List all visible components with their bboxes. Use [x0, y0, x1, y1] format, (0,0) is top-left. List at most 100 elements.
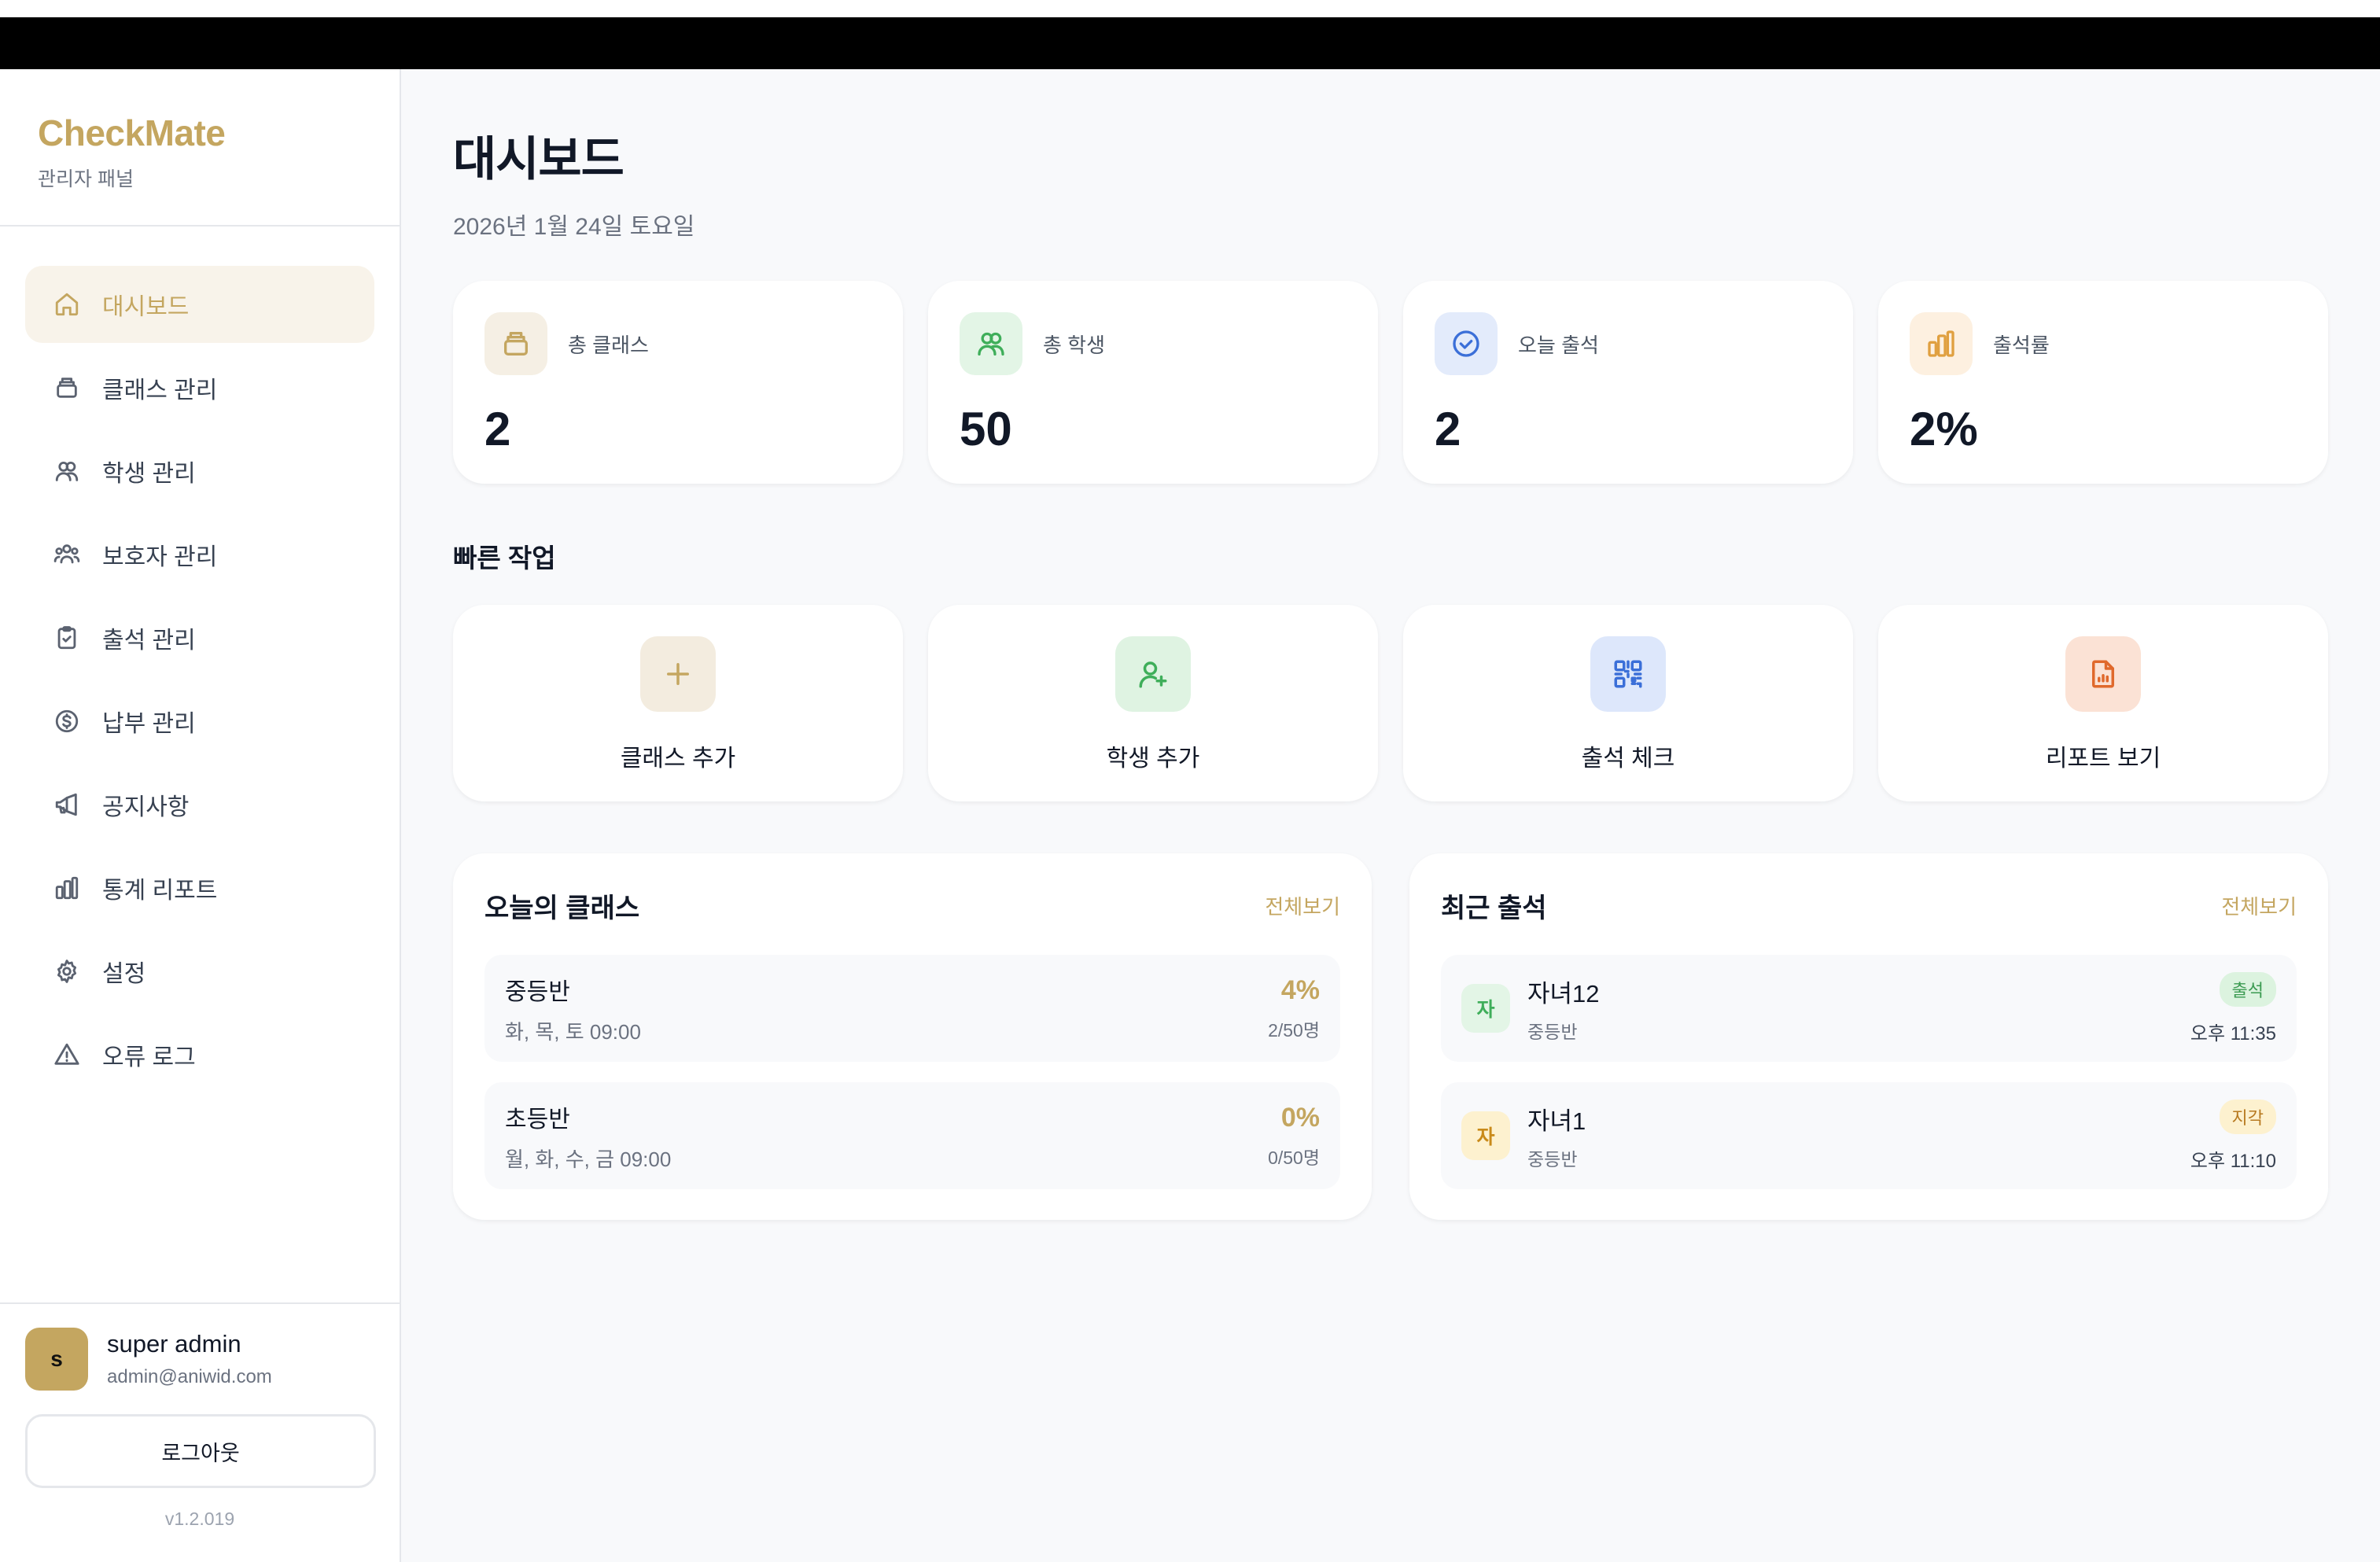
page-title: 대시보드 [453, 133, 624, 186]
quick-actions-title: 빠른 작업 [453, 543, 556, 573]
sidebar-item-label: 대시보드 [102, 294, 190, 320]
view-all-attendance-link[interactable]: 전체보기 [2221, 891, 2297, 920]
students-icon [960, 312, 1022, 375]
students-icon [52, 456, 82, 486]
action-label: 클래스 추가 [620, 746, 736, 772]
student-name: 자녀12 [1527, 979, 1600, 1008]
stat-value: 2 [484, 403, 511, 455]
stat-label: 총 학생 [1043, 333, 1105, 357]
attendance-check-button[interactable]: 출석 체크 [1403, 605, 1853, 801]
window-top-bar [0, 0, 2380, 69]
sidebar-nav: 대시보드 클래스 관리 학생 관리 보호자 관리 출석 관리 납부 관리 공지사… [0, 227, 400, 1093]
sidebar-item-label: 오류 로그 [102, 1044, 196, 1070]
sidebar-item-label: 출석 관리 [102, 628, 196, 654]
stat-value: 50 [960, 403, 1012, 455]
attendance-row[interactable]: 자 자녀1 중등반 지각 오후 11:10 [1441, 1082, 2297, 1189]
warning-triangle-icon [52, 1040, 82, 1070]
stat-card-attendance-rate: 출석률 2% [1878, 281, 2328, 484]
status-badge: 출석 [2219, 971, 2276, 1007]
class-stack-icon [484, 312, 547, 375]
sidebar-item-settings[interactable]: 설정 [25, 933, 374, 1010]
main-content: 대시보드 2026년 1월 24일 토요일 총 클래스 2 총 학생 50 오늘… [453, 69, 2328, 1220]
sidebar-item-label: 통계 리포트 [102, 878, 218, 904]
panel-title: 오늘의 클래스 [484, 893, 640, 923]
user-info: super admin admin@aniwid.com [107, 1330, 272, 1388]
stat-card-today-attendance: 오늘 출석 2 [1403, 281, 1853, 484]
sidebar-item-error-log[interactable]: 오류 로그 [25, 1016, 374, 1093]
sidebar-footer: s super admin admin@aniwid.com 로그아웃 v1.2… [0, 1302, 400, 1562]
megaphone-icon [52, 790, 82, 820]
guardians-icon [52, 540, 82, 569]
class-attendance-rate: 4% [1280, 974, 1320, 1005]
student-class: 중등반 [1527, 1148, 1578, 1170]
attendance-time: 오후 11:10 [2190, 1150, 2276, 1172]
view-all-classes-link[interactable]: 전체보기 [1265, 891, 1340, 920]
recent-attendance-panel: 최근 출석 전체보기 자 자녀12 중등반 출석 오후 11:35 자 자녀1 … [1409, 853, 2328, 1220]
class-name: 중등반 [505, 978, 570, 1005]
user-email: admin@aniwid.com [107, 1366, 272, 1387]
stat-card-total-students: 총 학생 50 [928, 281, 1378, 484]
class-attendance-rate: 0% [1280, 1102, 1320, 1133]
panel-title: 최근 출석 [1441, 893, 1547, 923]
student-avatar: 자 [1461, 1111, 1510, 1160]
sidebar-item-dashboard[interactable]: 대시보드 [25, 266, 374, 343]
stat-value: 2 [1435, 403, 1461, 455]
panels: 오늘의 클래스 전체보기 중등반 화, 목, 토 09:00 4% 2/50명 [453, 853, 2328, 1220]
sidebar-item-students[interactable]: 학생 관리 [25, 433, 374, 510]
today-classes-panel: 오늘의 클래스 전체보기 중등반 화, 목, 토 09:00 4% 2/50명 [453, 853, 1372, 1220]
logout-button[interactable]: 로그아웃 [25, 1414, 376, 1488]
class-schedule: 화, 목, 토 09:00 [505, 1019, 641, 1044]
sidebar-item-label: 클래스 관리 [102, 378, 218, 403]
class-attendance-count: 2/50명 [1268, 1019, 1320, 1041]
page-date: 2026년 1월 24일 토요일 [453, 214, 695, 240]
sidebar-item-reports[interactable]: 통계 리포트 [25, 849, 374, 927]
gear-icon [52, 956, 82, 986]
sidebar-item-label: 학생 관리 [102, 461, 196, 487]
stat-label: 출석률 [1993, 333, 2050, 357]
sidebar-item-label: 공지사항 [102, 794, 190, 820]
sidebar-item-label: 설정 [102, 961, 146, 987]
avatar: s [25, 1328, 88, 1391]
user-profile: s super admin admin@aniwid.com [25, 1328, 374, 1391]
action-label: 출석 체크 [1581, 746, 1675, 772]
check-circle-icon [1435, 312, 1498, 375]
sidebar: CheckMate 관리자 패널 대시보드 클래스 관리 학생 관리 보호자 관… [0, 69, 401, 1562]
class-row[interactable]: 중등반 화, 목, 토 09:00 4% 2/50명 [484, 955, 1340, 1062]
top-strip [0, 0, 2380, 17]
brand: CheckMate 관리자 패널 [0, 69, 400, 227]
status-badge: 지각 [2219, 1099, 2276, 1134]
brand-subtitle: 관리자 패널 [38, 168, 134, 190]
sidebar-item-classes[interactable]: 클래스 관리 [25, 349, 374, 426]
report-file-icon [2065, 636, 2141, 712]
action-label: 학생 추가 [1106, 746, 1200, 772]
stat-label: 오늘 출석 [1518, 333, 1599, 357]
add-class-button[interactable]: 클래스 추가 [453, 605, 903, 801]
clipboard-check-icon [52, 623, 82, 653]
sidebar-item-payments[interactable]: 납부 관리 [25, 683, 374, 760]
attendance-time: 오후 11:35 [2190, 1022, 2276, 1044]
qr-code-icon [1590, 636, 1666, 712]
home-icon [52, 289, 82, 319]
sidebar-item-notices[interactable]: 공지사항 [25, 766, 374, 843]
brand-title[interactable]: CheckMate [38, 112, 400, 154]
view-report-button[interactable]: 리포트 보기 [1878, 605, 2328, 801]
user-plus-icon [1115, 636, 1191, 712]
add-student-button[interactable]: 학생 추가 [928, 605, 1378, 801]
student-name: 자녀1 [1527, 1107, 1586, 1135]
class-attendance-count: 0/50명 [1268, 1147, 1320, 1168]
dollar-circle-icon [52, 706, 82, 736]
attendance-row[interactable]: 자 자녀12 중등반 출석 오후 11:35 [1441, 955, 2297, 1062]
sidebar-item-guardians[interactable]: 보호자 관리 [25, 516, 374, 593]
student-class: 중등반 [1527, 1021, 1578, 1042]
student-avatar: 자 [1461, 984, 1510, 1033]
class-row[interactable]: 초등반 월, 화, 수, 금 09:00 0% 0/50명 [484, 1082, 1340, 1189]
stat-label: 총 클래스 [568, 333, 649, 357]
sidebar-item-attendance[interactable]: 출석 관리 [25, 599, 374, 676]
stats-row: 총 클래스 2 총 학생 50 오늘 출석 2 출석률 2% [453, 281, 2328, 484]
stat-value: 2% [1910, 403, 1978, 455]
sidebar-item-label: 보호자 관리 [102, 544, 218, 570]
plus-icon [640, 636, 716, 712]
class-schedule: 월, 화, 수, 금 09:00 [505, 1147, 672, 1171]
action-label: 리포트 보기 [2045, 746, 2161, 772]
class-stack-icon [52, 373, 82, 403]
